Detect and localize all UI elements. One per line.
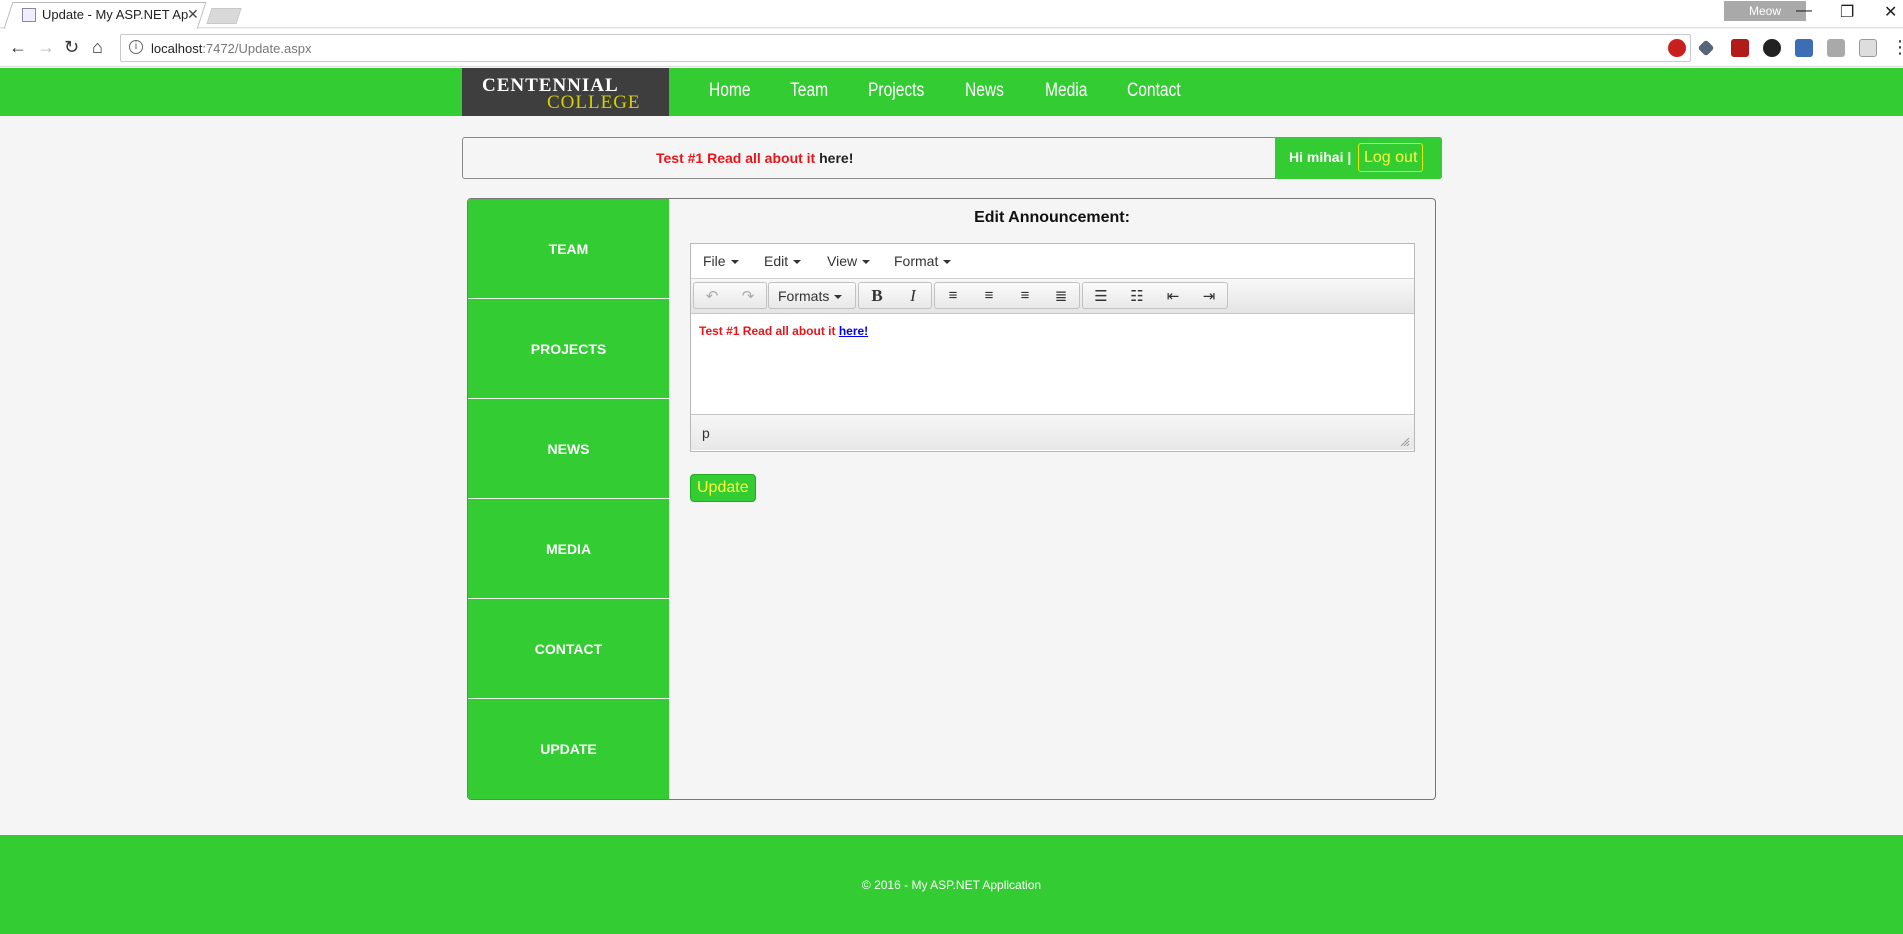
menu-file[interactable]: File [703,253,739,269]
italic-icon[interactable]: I [895,283,931,308]
site-footer: © 2016 - My ASP.NET Application [0,835,1903,934]
sidebar-item-media[interactable]: MEDIA [468,499,669,599]
chevron-down-icon [834,295,843,300]
page-title: Edit Announcement: [974,209,1130,226]
close-window-icon[interactable]: ✕ [1884,2,1897,22]
main-panel: TEAM PROJECTS NEWS MEDIA CONTACT UPDATE … [467,198,1436,800]
bold-icon[interactable]: B [859,283,895,308]
announcement-bar: Test #1 Read all about it here! Hi mihai… [462,137,1442,179]
editor-statusbar: p [691,414,1414,450]
announcement-message: Test #1 Read all about it [656,150,820,166]
sidebar-item-news[interactable]: NEWS [468,399,669,499]
formats-label: Formats [778,288,843,304]
menu-format-label: Format [894,253,939,269]
element-path[interactable]: p [702,425,710,441]
align-left-icon[interactable]: ≡ [935,283,971,308]
extension-icon[interactable] [1827,39,1845,57]
resize-handle-icon[interactable] [1400,437,1410,447]
restore-icon[interactable]: ❐ [1840,2,1854,22]
nav-team[interactable]: Team [790,80,828,102]
sidebar-item-update[interactable]: UPDATE [468,699,669,799]
menu-icon[interactable]: ⋮ [1891,37,1903,58]
college-logo[interactable]: CENTENNIAL COLLEGE [462,68,669,116]
list-group: ☰ ☷ ⇤ ⇥ [1082,282,1228,309]
nav-media[interactable]: Media [1045,80,1087,102]
browser-tab-bar: Update - My ASP.NET Ap ✕ Meow — ❐ ✕ [0,0,1903,29]
url-path: :7472/Update.aspx [202,41,312,56]
menu-format[interactable]: Format [894,253,952,269]
url-host: localhost [151,41,203,56]
home-icon[interactable]: ⌂ [92,37,103,58]
site-header: CENTENNIAL COLLEGE Home Team Projects Ne… [0,68,1903,116]
sidebar-item-contact[interactable]: CONTACT [468,599,669,699]
download-icon[interactable] [1795,39,1813,57]
chevron-down-icon [943,260,952,265]
menu-view[interactable]: View [827,253,871,269]
announcement-text: Test #1 Read all about it here! [656,150,853,166]
minimize-icon[interactable]: — [1796,2,1812,20]
history-group: ↶ ↷ [693,282,767,309]
chevron-down-icon [730,260,739,265]
align-right-icon[interactable]: ≡ [1007,283,1043,308]
formats-text: Formats [778,288,830,304]
menu-edit[interactable]: Edit [764,253,802,269]
info-icon[interactable]: i [129,40,143,54]
back-icon[interactable]: ← [9,37,27,58]
rich-text-editor: File Edit View Format ↶ ↷ Formats B I ≡ [690,243,1415,452]
browser-tab-content: Update - My ASP.NET Ap [22,7,188,22]
nav-news[interactable]: News [965,80,1004,102]
user-box: Hi mihai | Log out [1275,137,1442,179]
address-bar[interactable]: i localhost:7472/Update.aspx ☆ [120,34,1691,62]
menu-edit-label: Edit [764,253,789,269]
chevron-down-icon [862,260,871,265]
footer-copyright: © 2016 - My ASP.NET Application [861,878,1042,892]
redo-icon[interactable]: ↷ [730,283,766,308]
shield-icon[interactable] [1859,39,1877,57]
bullet-list-icon[interactable]: ☰ [1083,283,1119,308]
editor-menubar: File Edit View Format [691,244,1414,279]
profile-badge[interactable]: Meow [1724,1,1806,21]
color-wheel-icon[interactable] [1763,39,1781,57]
reload-icon[interactable]: ↻ [64,37,79,58]
nav-contact[interactable]: Contact [1127,80,1181,102]
undo-icon[interactable]: ↶ [694,283,730,308]
outdent-icon[interactable]: ⇤ [1155,283,1191,308]
browser-tab-title: Update - My ASP.NET Ap [42,7,189,22]
nav-home[interactable]: Home [709,80,751,102]
sidebar-item-projects[interactable]: PROJECTS [468,299,669,399]
page-favicon-icon [22,7,36,22]
pdf-icon[interactable] [1731,39,1749,57]
align-justify-icon[interactable]: ≣ [1043,283,1079,308]
eyedropper-icon[interactable] [1697,39,1715,57]
sidebar: TEAM PROJECTS NEWS MEDIA CONTACT UPDATE [468,199,669,799]
update-button[interactable]: Update [690,474,756,502]
url-text: localhost:7472/Update.aspx [151,41,311,56]
editor-content-text: Test #1 Read all about it [699,324,839,338]
close-tab-icon[interactable]: ✕ [187,6,199,23]
nav-projects[interactable]: Projects [868,80,924,102]
editor-content: Test #1 Read all about it here! [699,324,868,338]
forward-icon[interactable]: → [37,37,55,58]
content-area: Edit Announcement: File Edit View Format… [669,199,1435,799]
style-group: B I [858,282,932,309]
sidebar-item-team[interactable]: TEAM [468,199,669,299]
logout-button[interactable]: Log out [1358,143,1424,172]
announcement-link[interactable]: here! [819,150,853,166]
indent-icon[interactable]: ⇥ [1191,283,1227,308]
numbered-list-icon[interactable]: ☷ [1119,283,1155,308]
editor-toolbar: ↶ ↷ Formats B I ≡ ≡ ≡ ≣ ☰ ☷ ⇤ ⇥ [691,279,1414,314]
align-center-icon[interactable]: ≡ [971,283,1007,308]
editor-body[interactable]: Test #1 Read all about it here! [691,314,1414,414]
browser-toolbar: ← → ↻ ⌂ i localhost:7472/Update.aspx ☆ ⋮ [0,29,1903,67]
menu-view-label: View [827,253,858,269]
formats-dropdown[interactable]: Formats [768,282,856,309]
menu-file-label: File [703,253,726,269]
align-group: ≡ ≡ ≡ ≣ [934,282,1080,309]
editor-content-link[interactable]: here! [839,324,868,338]
user-greeting: Hi mihai | [1289,149,1352,165]
logo-line2: COLLEGE [547,92,641,113]
new-tab-button[interactable] [206,8,242,24]
adblock-icon[interactable] [1668,39,1686,57]
chevron-down-icon [793,260,802,265]
